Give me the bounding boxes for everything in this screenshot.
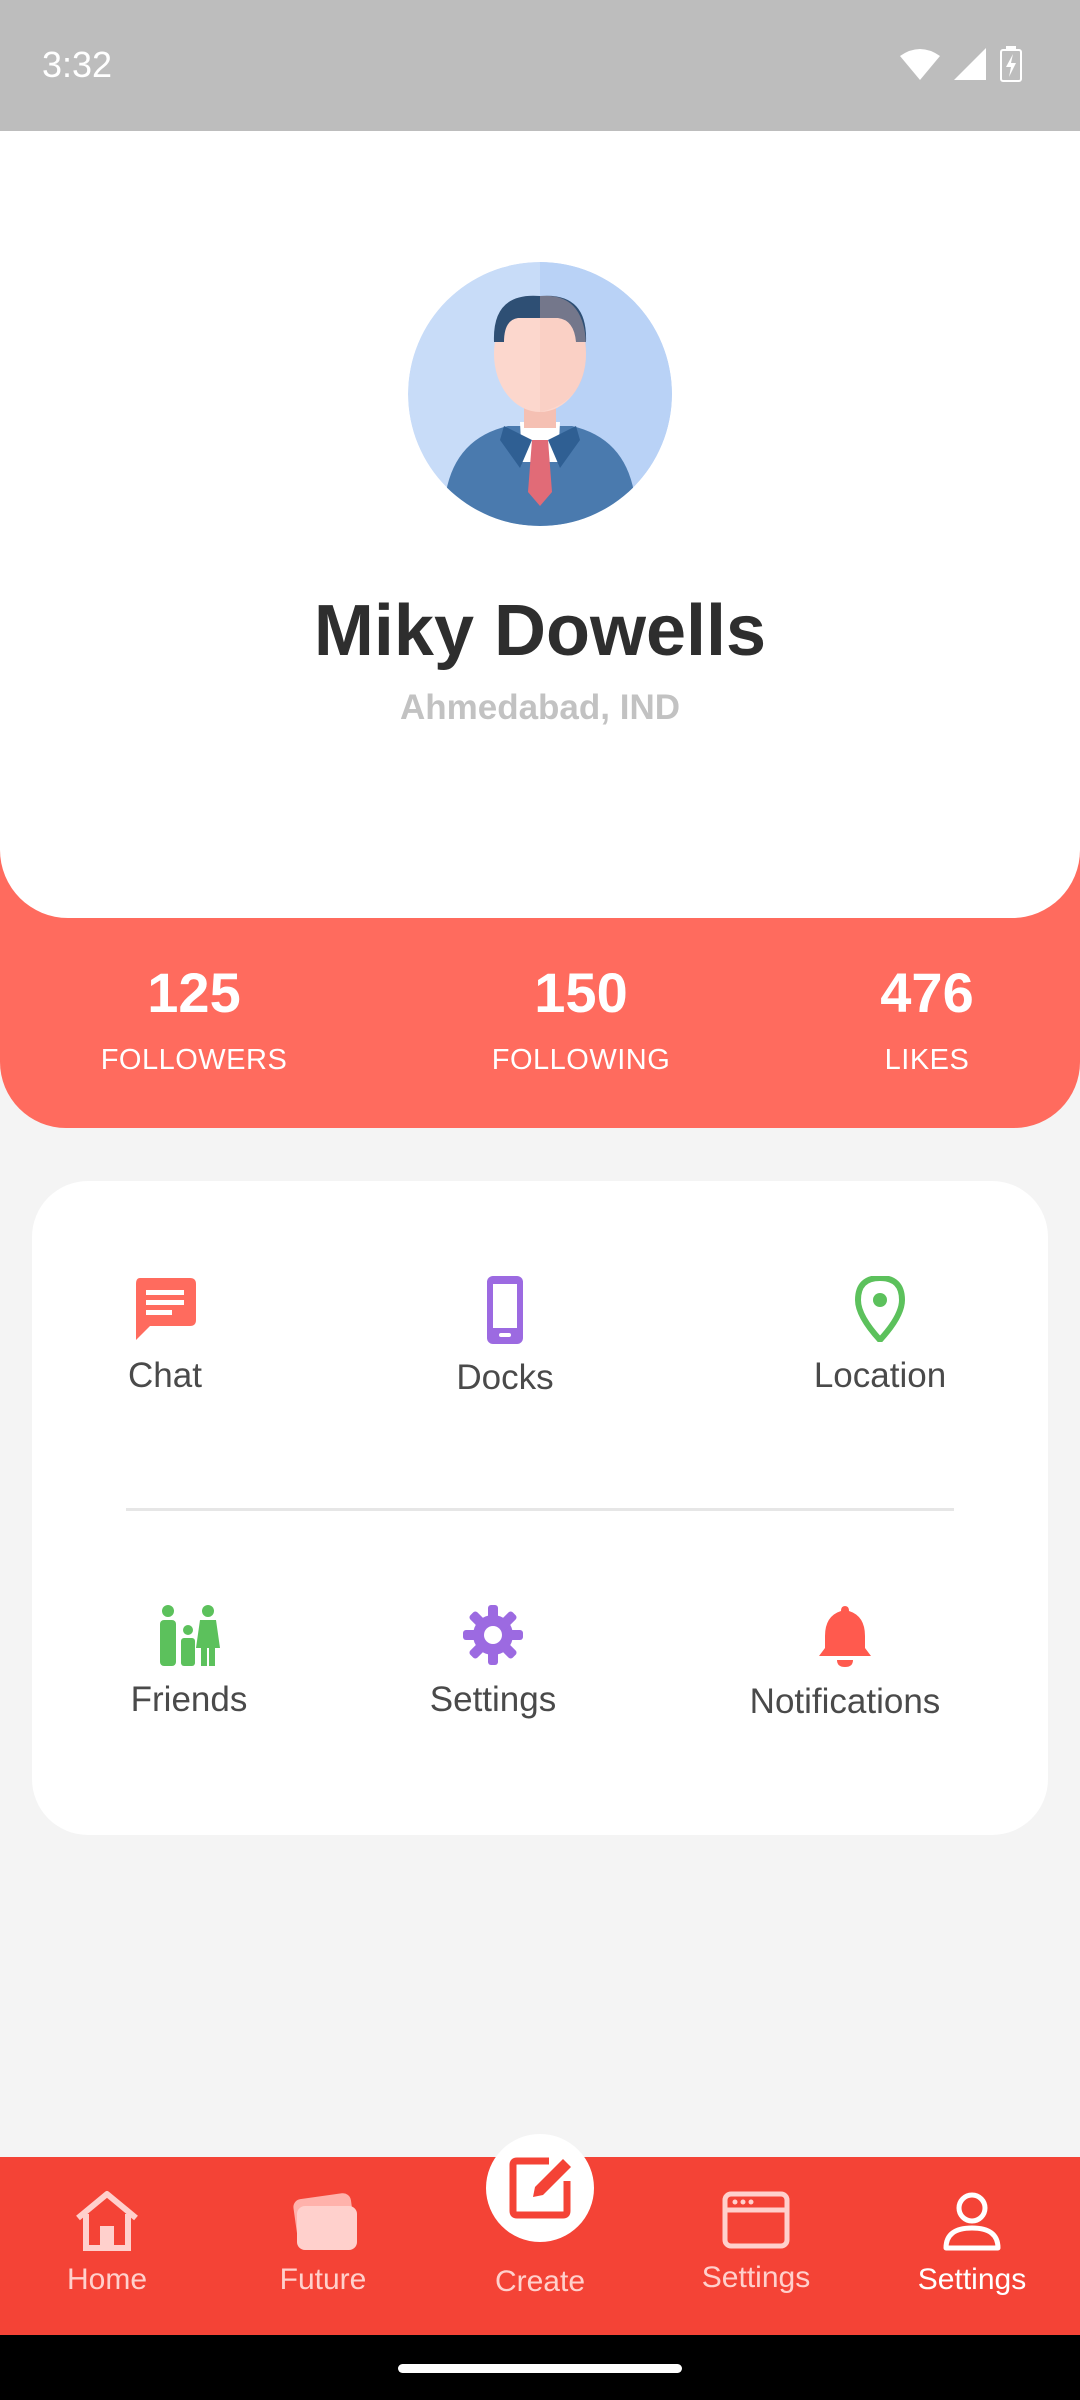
- home-gesture-handle[interactable]: [398, 2364, 682, 2373]
- businessman-avatar-icon: [408, 262, 672, 526]
- menu-item-docks[interactable]: Docks: [430, 1276, 580, 1398]
- profile-location: Ahmedabad, IND: [399, 688, 681, 727]
- menu-item-friends[interactable]: Friends: [112, 1604, 266, 1720]
- menu-label: Location: [813, 1356, 947, 1395]
- family-icon: [160, 1605, 220, 1666]
- chat-icon: [136, 1278, 196, 1340]
- nav-label: Home: [66, 2263, 148, 2296]
- avatar[interactable]: [408, 262, 672, 526]
- stat-likes[interactable]: 476 LIKES: [747, 958, 1080, 1077]
- stat-value: 125: [147, 961, 241, 1024]
- bell-icon: [819, 1606, 871, 1667]
- stat-label: LIKES: [884, 1044, 970, 1076]
- nav-label: Future: [279, 2263, 367, 2296]
- location-pin-icon: [854, 1276, 906, 1342]
- stat-followers[interactable]: 125 FOLLOWERS: [14, 958, 374, 1077]
- nav-item-settings[interactable]: Settings: [666, 2190, 846, 2295]
- status-bar: 3:32: [0, 0, 1080, 131]
- menu-item-notifications[interactable]: Notifications: [734, 1604, 956, 1722]
- nav-label: Settings: [917, 2263, 1027, 2296]
- nav-item-home[interactable]: Home: [17, 2190, 197, 2297]
- phone-icon: [487, 1276, 523, 1344]
- menu-label: Chat: [128, 1356, 202, 1395]
- stat-label: FOLLOWING: [491, 1044, 671, 1076]
- menu-item-chat[interactable]: Chat: [92, 1276, 238, 1396]
- person-icon: [943, 2192, 1001, 2251]
- menu-item-settings[interactable]: Settings: [410, 1604, 576, 1720]
- create-button[interactable]: [486, 2134, 594, 2242]
- battery-icon: [1000, 46, 1022, 82]
- menu-label: Docks: [456, 1358, 554, 1397]
- wifi-icon: [900, 49, 940, 80]
- cards-icon: [293, 2193, 357, 2250]
- gear-icon: [463, 1605, 523, 1665]
- nav-label-create[interactable]: Create: [450, 2265, 630, 2299]
- nav-label: Settings: [701, 2261, 811, 2294]
- stat-following[interactable]: 150 FOLLOWING: [401, 958, 761, 1077]
- menu-divider: [126, 1508, 954, 1511]
- menu-label: Notifications: [749, 1682, 941, 1721]
- stat-label: FOLLOWERS: [100, 1044, 288, 1076]
- edit-icon: [509, 2157, 571, 2219]
- signal-icon: [954, 48, 986, 80]
- home-icon: [76, 2191, 138, 2251]
- menu-label: Settings: [429, 1680, 557, 1719]
- status-time: 3:32: [42, 44, 113, 85]
- stat-value: 476: [880, 961, 974, 1024]
- browser-window-icon: [722, 2191, 790, 2249]
- profile-name: Miky Dowells: [313, 591, 767, 671]
- menu-item-location[interactable]: Location: [800, 1276, 960, 1396]
- menu-label: Friends: [130, 1680, 248, 1719]
- status-icons: [900, 46, 1022, 82]
- nav-item-profile-settings[interactable]: Settings: [882, 2190, 1062, 2297]
- nav-item-future[interactable]: Future: [233, 2190, 413, 2297]
- stat-value: 150: [534, 961, 628, 1024]
